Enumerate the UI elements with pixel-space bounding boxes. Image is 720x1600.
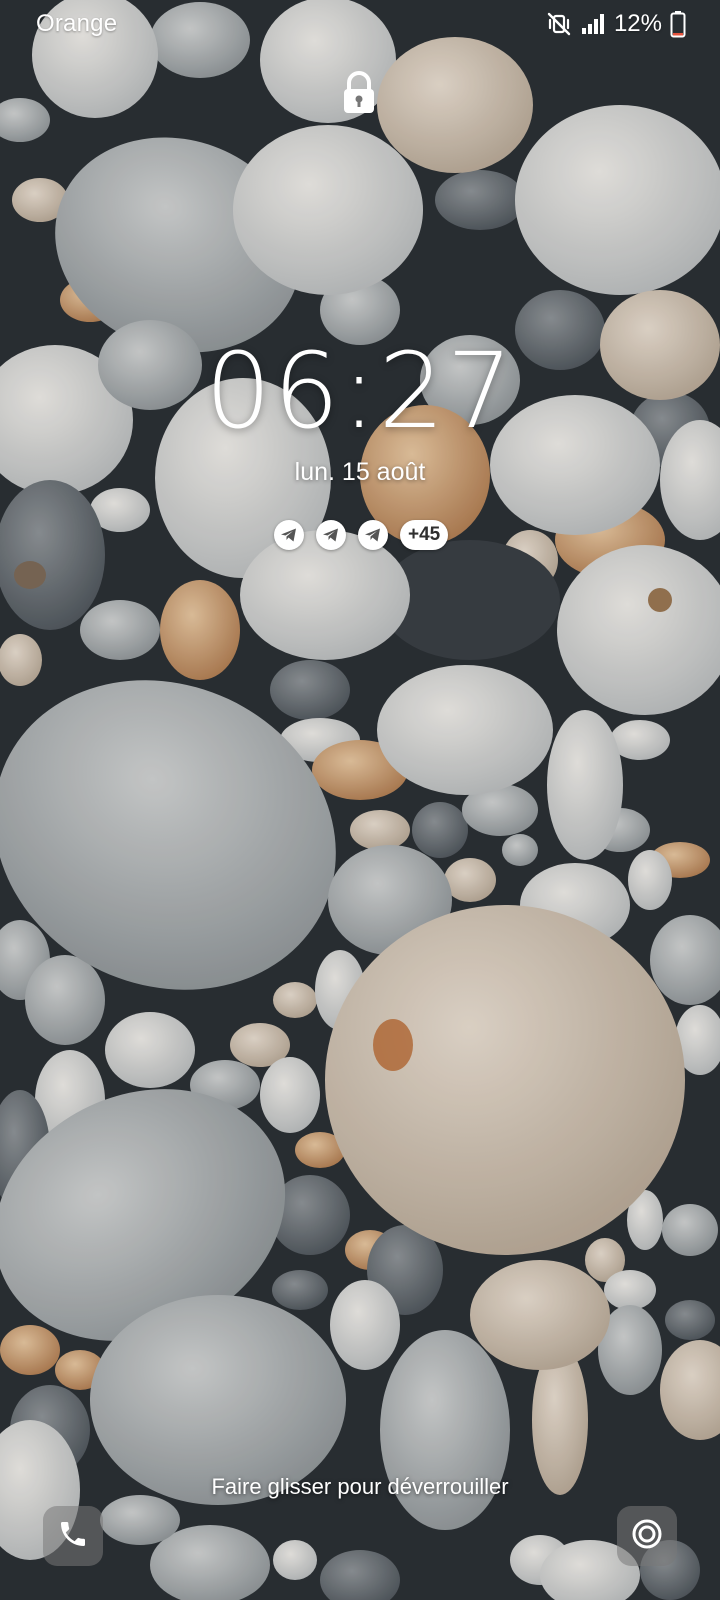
status-icons: 12%: [546, 10, 686, 38]
carrier-name: Orange: [36, 10, 118, 37]
unlock-hint: Faire glisser pour déverrouiller: [211, 1474, 509, 1499]
camera-icon: [631, 1518, 663, 1555]
battery-percent: 12%: [613, 10, 662, 37]
phone-icon: [57, 1518, 89, 1555]
more-notifications-badge: +45: [400, 520, 449, 550]
wallpaper: [0, 0, 720, 1600]
phone-shortcut-button[interactable]: [43, 1506, 103, 1566]
battery-icon: [670, 10, 686, 38]
status-bar: Orange 12%: [0, 0, 720, 48]
telegram-icon: [274, 520, 304, 550]
lock-screen-clock: 06:27: [205, 330, 515, 452]
lock-screen-date: lun. 15 août: [294, 458, 426, 486]
mute-vibrate-icon: [546, 11, 572, 37]
signal-icon: [580, 12, 606, 36]
telegram-icon: [316, 520, 346, 550]
camera-shortcut-button[interactable]: [617, 1506, 677, 1566]
notification-icons[interactable]: +45: [274, 520, 449, 550]
padlock-icon: [340, 70, 378, 116]
telegram-icon: [358, 520, 388, 550]
